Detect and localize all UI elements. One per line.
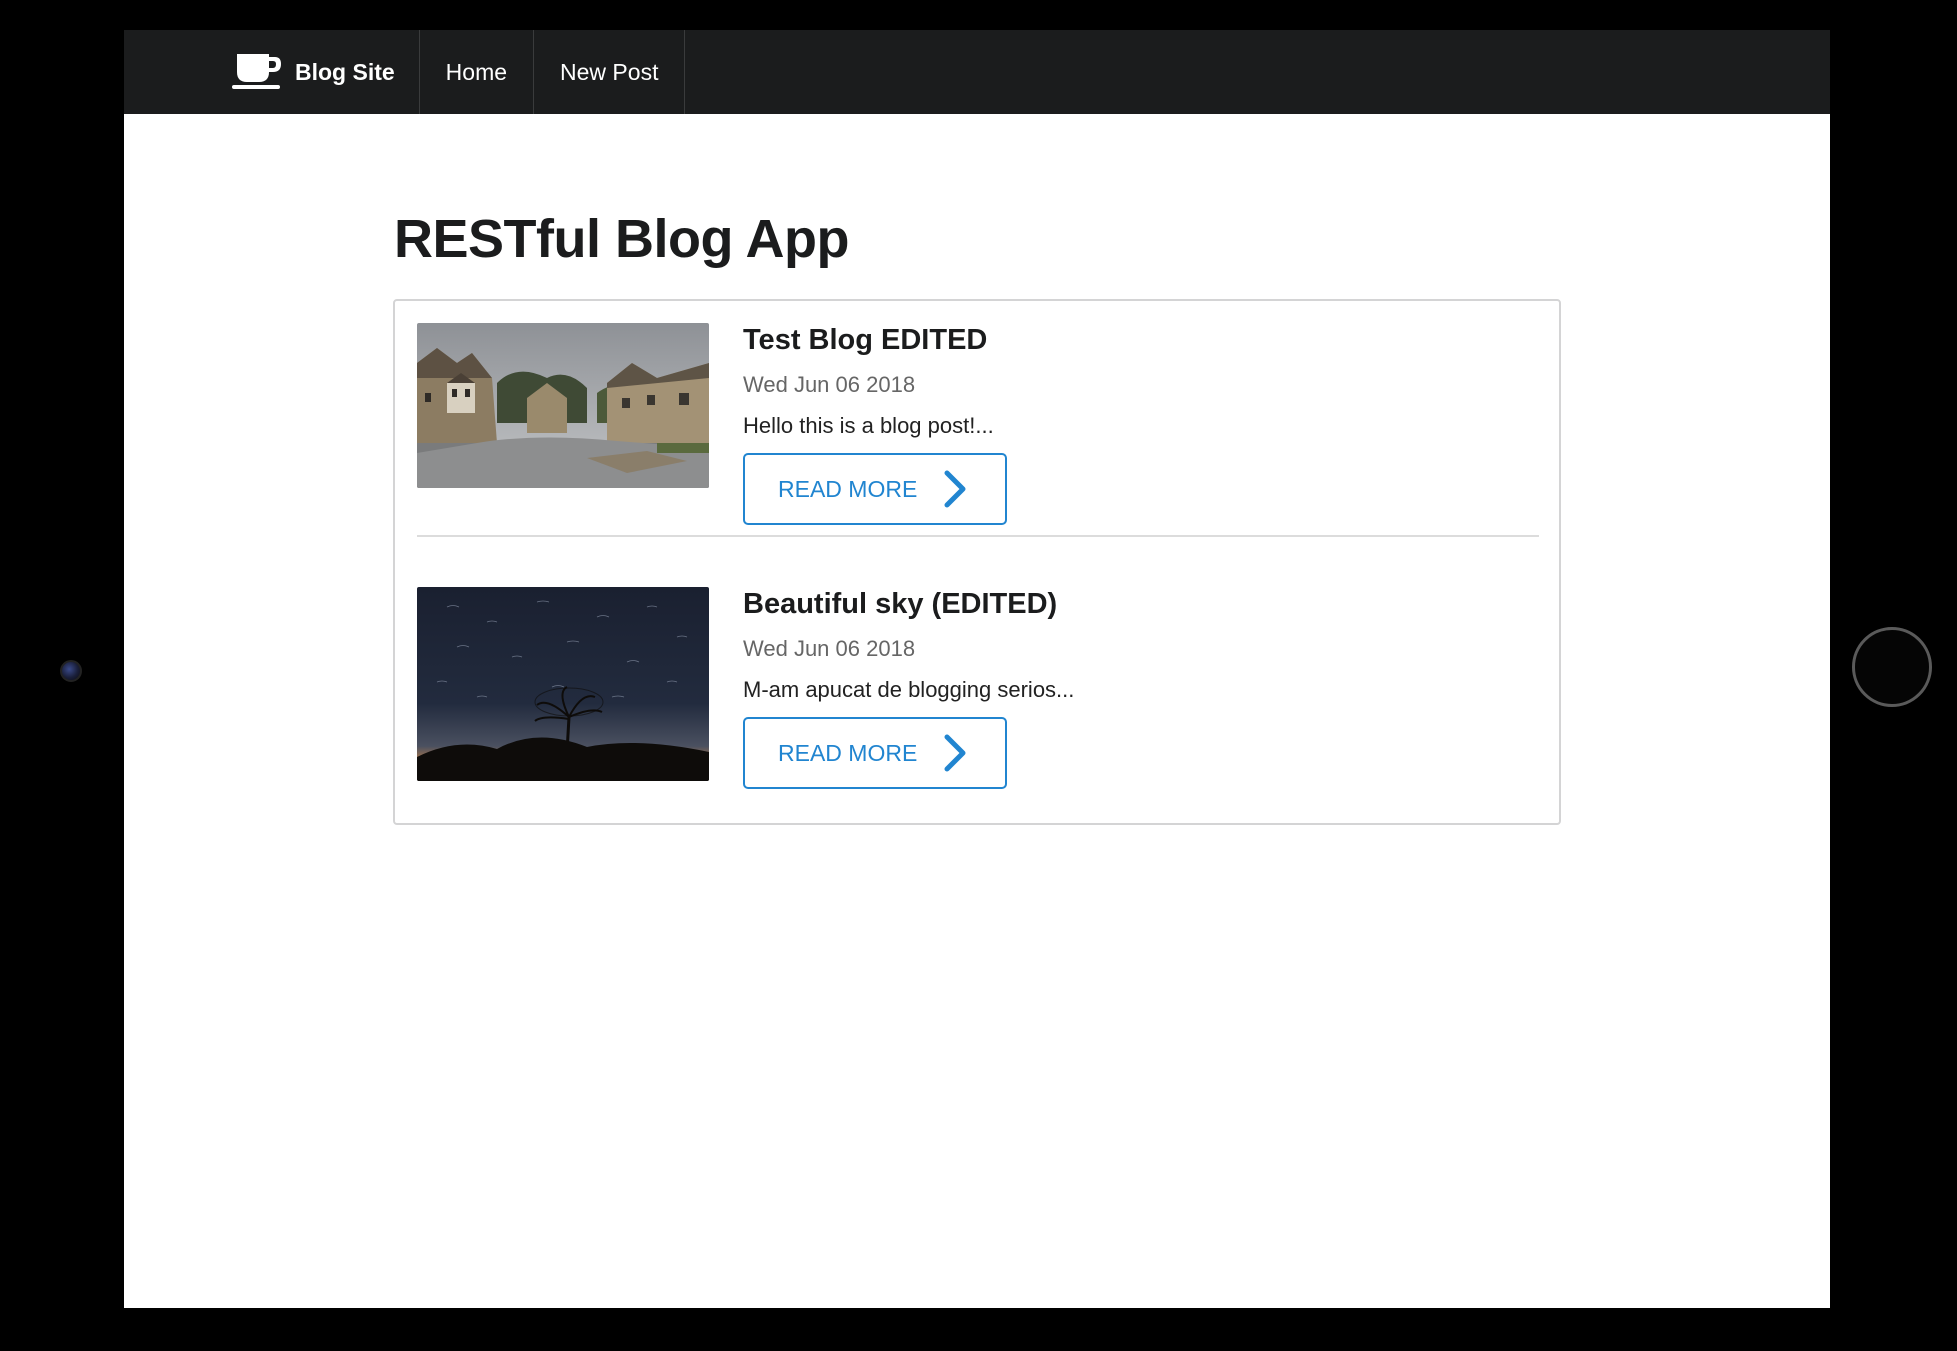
nav-item-home[interactable]: Home [420,30,535,114]
post-body: Test Blog EDITED Wed Jun 06 2018 Hello t… [743,323,1007,525]
post-excerpt: Hello this is a blog post!... [743,413,994,438]
post-date: Wed Jun 06 2018 [743,372,916,397]
post-excerpt: M-am apucat de blogging serios... [743,677,1075,702]
read-more-label: READ MORE [778,475,918,502]
read-more-button[interactable]: READ MORE [743,717,1007,789]
camera-icon [60,660,82,682]
post-thumbnail[interactable] [417,587,709,781]
night-sky-tree-photo [417,587,709,781]
brand-link[interactable]: Blog Site [227,30,420,114]
read-more-button[interactable]: READ MORE [743,453,1007,525]
post-thumbnail[interactable] [417,323,709,488]
nav-item-label: New Post [560,58,659,85]
post-list: Test Blog EDITED Wed Jun 06 2018 Hello t… [393,299,1561,825]
nav-item-label: Home [445,58,508,85]
nav-item-new-post[interactable]: New Post [534,30,686,114]
page-title: RESTful Blog App [394,209,849,269]
navbar-spacer [124,30,227,114]
chevron-right-icon [944,470,966,508]
post-item: Test Blog EDITED Wed Jun 06 2018 Hello t… [417,323,1539,537]
village-street-photo [417,323,709,488]
post-date: Wed Jun 06 2018 [743,636,916,661]
post-title[interactable]: Beautiful sky (EDITED) [743,587,1074,621]
chevron-right-icon [944,734,966,772]
post-item: Beautiful sky (EDITED) Wed Jun 06 2018 M… [417,587,1539,789]
brand-label: Blog Site [295,58,395,85]
tablet-frame: Blog Site Home New Post RESTful Blog App [0,0,1957,1351]
coffee-cup-icon [232,54,281,89]
post-body: Beautiful sky (EDITED) Wed Jun 06 2018 M… [743,587,1074,789]
home-button[interactable] [1852,627,1932,707]
browser-viewport: Blog Site Home New Post RESTful Blog App [124,30,1830,1308]
post-title[interactable]: Test Blog EDITED [743,323,1007,357]
read-more-label: READ MORE [778,739,918,766]
top-navbar: Blog Site Home New Post [124,30,1830,114]
